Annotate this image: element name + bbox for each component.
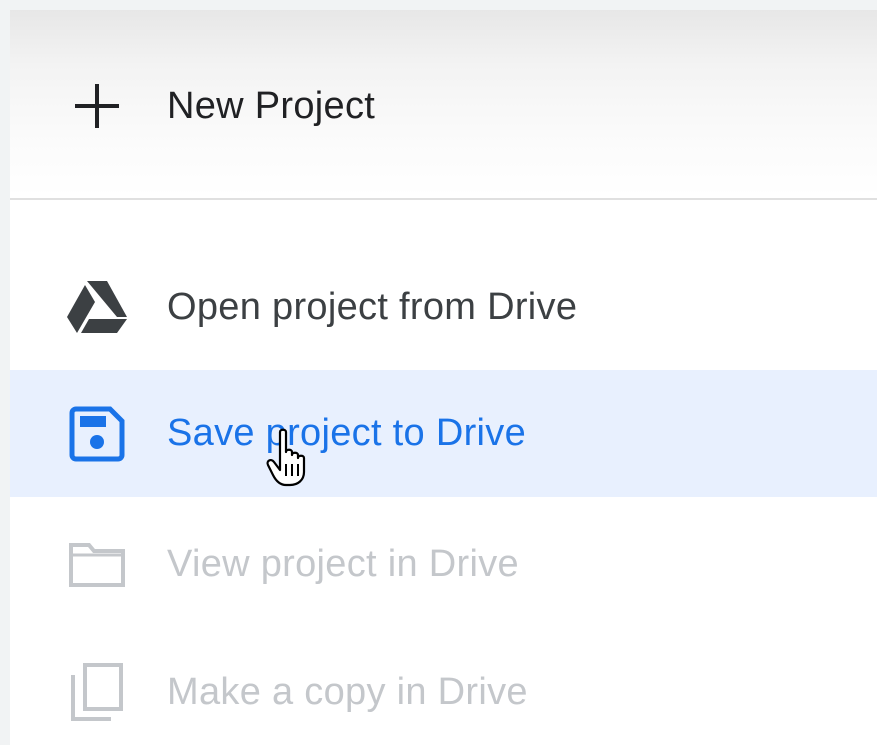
save-icon bbox=[65, 402, 129, 466]
plus-icon bbox=[65, 74, 129, 138]
google-drive-icon bbox=[65, 275, 129, 339]
copy-icon bbox=[65, 660, 129, 724]
open-project-from-drive-item[interactable]: Open project from Drive bbox=[10, 243, 877, 371]
project-menu: New Project Open project from Drive Save… bbox=[10, 10, 877, 745]
new-project-item[interactable]: New Project bbox=[10, 50, 877, 162]
menu-divider bbox=[10, 198, 877, 200]
folder-icon bbox=[65, 532, 129, 596]
make-copy-in-drive-item: Make a copy in Drive bbox=[10, 628, 877, 745]
view-project-in-drive-item: View project in Drive bbox=[10, 500, 877, 628]
save-project-label: Save project to Drive bbox=[167, 412, 527, 454]
make-copy-label: Make a copy in Drive bbox=[167, 670, 528, 713]
open-project-label: Open project from Drive bbox=[167, 285, 578, 328]
new-project-label: New Project bbox=[167, 84, 376, 127]
view-project-label: View project in Drive bbox=[167, 542, 519, 585]
save-project-to-drive-item[interactable]: Save project to Drive bbox=[10, 370, 877, 497]
